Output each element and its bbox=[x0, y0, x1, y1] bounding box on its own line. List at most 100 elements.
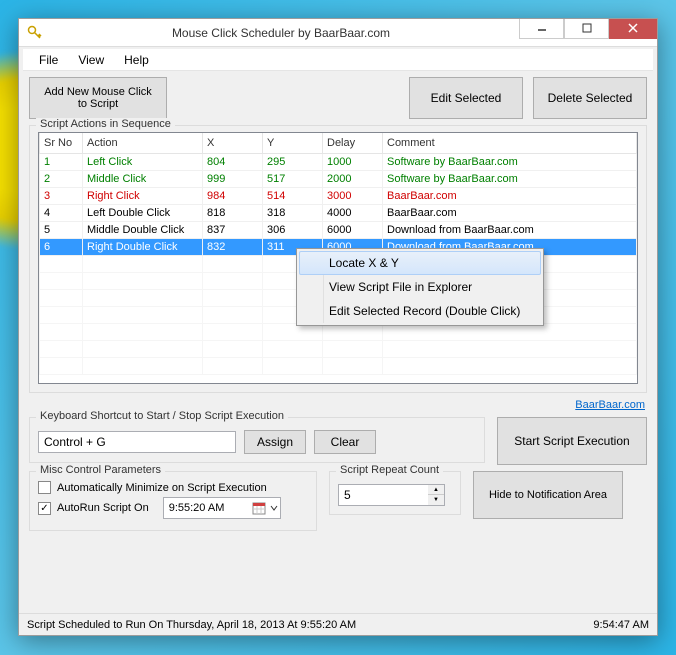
spinner-buttons: ▲ ▼ bbox=[428, 484, 445, 506]
maximize-button[interactable] bbox=[564, 19, 609, 39]
spin-down[interactable]: ▼ bbox=[428, 495, 444, 505]
titlebar: Mouse Click Scheduler by BaarBaar.com bbox=[19, 19, 657, 47]
spin-up[interactable]: ▲ bbox=[428, 485, 444, 495]
statusbar: Script Scheduled to Run On Thursday, Apr… bbox=[19, 613, 657, 635]
shortcut-legend: Keyboard Shortcut to Start / Stop Script… bbox=[36, 410, 288, 422]
col-delay[interactable]: Delay bbox=[323, 133, 383, 153]
menubar: File View Help bbox=[23, 49, 653, 71]
cell-action: Middle Click bbox=[83, 170, 203, 187]
cell-action: Right Double Click bbox=[83, 238, 203, 255]
table-row[interactable]: 2Middle Click9995172000Software by BaarB… bbox=[40, 170, 637, 187]
delete-selected-button[interactable]: Delete Selected bbox=[533, 77, 647, 119]
status-left: Script Scheduled to Run On Thursday, Apr… bbox=[27, 619, 356, 631]
add-click-button[interactable]: Add New Mouse Click to Script bbox=[29, 77, 167, 119]
menu-view[interactable]: View bbox=[70, 51, 112, 69]
minimize-button[interactable] bbox=[519, 19, 564, 39]
automin-checkbox[interactable]: Automatically Minimize on Script Executi… bbox=[38, 481, 308, 494]
maximize-icon bbox=[582, 23, 592, 33]
add-click-label: Add New Mouse Click to Script bbox=[40, 86, 156, 110]
cell-sr: 3 bbox=[40, 187, 83, 204]
col-sr[interactable]: Sr No bbox=[40, 133, 83, 153]
edit-selected-button[interactable]: Edit Selected bbox=[409, 77, 523, 119]
ctx-view-file[interactable]: View Script File in Explorer bbox=[299, 275, 541, 299]
table-row[interactable]: 1Left Click8042951000Software by BaarBaa… bbox=[40, 153, 637, 170]
table-row-empty bbox=[40, 340, 637, 357]
repeat-legend: Script Repeat Count bbox=[336, 464, 443, 476]
col-y[interactable]: Y bbox=[263, 133, 323, 153]
assign-button[interactable]: Assign bbox=[244, 430, 306, 454]
context-menu: Locate X & Y View Script File in Explore… bbox=[296, 248, 544, 326]
cell-y: 517 bbox=[263, 170, 323, 187]
col-action[interactable]: Action bbox=[83, 133, 203, 153]
start-script-button[interactable]: Start Script Execution bbox=[497, 417, 647, 465]
cell-sr: 4 bbox=[40, 204, 83, 221]
table-header-row: Sr No Action X Y Delay Comment bbox=[40, 133, 637, 153]
cell-y: 514 bbox=[263, 187, 323, 204]
autorun-checkbox[interactable]: ✓ AutoRun Script On 9:55:20 AM bbox=[38, 497, 308, 519]
menu-help[interactable]: Help bbox=[116, 51, 157, 69]
repeat-input[interactable] bbox=[338, 484, 428, 506]
close-button[interactable] bbox=[609, 19, 657, 39]
cell-sr: 2 bbox=[40, 170, 83, 187]
cell-x: 804 bbox=[203, 153, 263, 170]
cell-action: Left Click bbox=[83, 153, 203, 170]
cell-action: Middle Double Click bbox=[83, 221, 203, 238]
cell-delay: 2000 bbox=[323, 170, 383, 187]
cell-delay: 3000 bbox=[323, 187, 383, 204]
calendar-icon bbox=[252, 501, 266, 515]
hide-label: Hide to Notification Area bbox=[489, 489, 607, 501]
status-right: 9:54:47 AM bbox=[593, 619, 649, 631]
baarbaar-link[interactable]: BaarBaar.com bbox=[575, 399, 645, 411]
checkbox-icon bbox=[38, 481, 51, 494]
automin-label: Automatically Minimize on Script Executi… bbox=[57, 482, 267, 494]
autorun-label: AutoRun Script On bbox=[57, 502, 149, 514]
cell-delay: 4000 bbox=[323, 204, 383, 221]
table-row-empty bbox=[40, 357, 637, 374]
cell-comment: Software by BaarBaar.com bbox=[383, 170, 637, 187]
cell-comment: BaarBaar.com bbox=[383, 187, 637, 204]
misc-fieldset: Misc Control Parameters Automatically Mi… bbox=[29, 471, 317, 531]
table-row[interactable]: 5Middle Double Click8373066000Download f… bbox=[40, 221, 637, 238]
ctx-locate[interactable]: Locate X & Y bbox=[299, 251, 541, 275]
cell-x: 984 bbox=[203, 187, 263, 204]
cell-y: 318 bbox=[263, 204, 323, 221]
autorun-time-picker[interactable]: 9:55:20 AM bbox=[163, 497, 281, 519]
bottom-row: Misc Control Parameters Automatically Mi… bbox=[29, 471, 647, 531]
shortcut-input[interactable] bbox=[38, 431, 236, 453]
repeat-spinner[interactable]: ▲ ▼ bbox=[338, 484, 452, 506]
cell-delay: 6000 bbox=[323, 221, 383, 238]
ctx-edit-record[interactable]: Edit Selected Record (Double Click) bbox=[299, 299, 541, 323]
close-icon bbox=[628, 23, 638, 33]
checkbox-checked-icon: ✓ bbox=[38, 502, 51, 515]
table-row[interactable]: 4Left Double Click8183184000BaarBaar.com bbox=[40, 204, 637, 221]
cell-x: 999 bbox=[203, 170, 263, 187]
col-x[interactable]: X bbox=[203, 133, 263, 153]
cell-action: Left Double Click bbox=[83, 204, 203, 221]
mid-row: Keyboard Shortcut to Start / Stop Script… bbox=[29, 417, 647, 465]
cell-x: 818 bbox=[203, 204, 263, 221]
cell-sr: 5 bbox=[40, 221, 83, 238]
cell-x: 832 bbox=[203, 238, 263, 255]
cell-action: Right Click bbox=[83, 187, 203, 204]
misc-legend: Misc Control Parameters bbox=[36, 464, 165, 476]
cell-y: 306 bbox=[263, 221, 323, 238]
app-window: Mouse Click Scheduler by BaarBaar.com Fi… bbox=[18, 18, 658, 636]
actions-legend: Script Actions in Sequence bbox=[36, 118, 175, 130]
clear-button[interactable]: Clear bbox=[314, 430, 376, 454]
window-controls bbox=[519, 19, 657, 39]
cell-x: 837 bbox=[203, 221, 263, 238]
app-key-icon bbox=[27, 25, 43, 41]
chevron-down-icon bbox=[270, 504, 278, 512]
hide-to-tray-button[interactable]: Hide to Notification Area bbox=[473, 471, 623, 519]
content-area: Add New Mouse Click to Script Edit Selec… bbox=[19, 71, 657, 613]
table-row[interactable]: 3Right Click9845143000BaarBaar.com bbox=[40, 187, 637, 204]
cell-comment: Software by BaarBaar.com bbox=[383, 153, 637, 170]
actions-table-wrap: Sr No Action X Y Delay Comment 1Left Cli… bbox=[38, 132, 638, 384]
col-comment[interactable]: Comment bbox=[383, 133, 637, 153]
minimize-icon bbox=[537, 23, 547, 33]
cell-y: 295 bbox=[263, 153, 323, 170]
window-title: Mouse Click Scheduler by BaarBaar.com bbox=[43, 26, 519, 40]
cell-sr: 1 bbox=[40, 153, 83, 170]
menu-file[interactable]: File bbox=[31, 51, 66, 69]
repeat-fieldset: Script Repeat Count ▲ ▼ bbox=[329, 471, 461, 515]
